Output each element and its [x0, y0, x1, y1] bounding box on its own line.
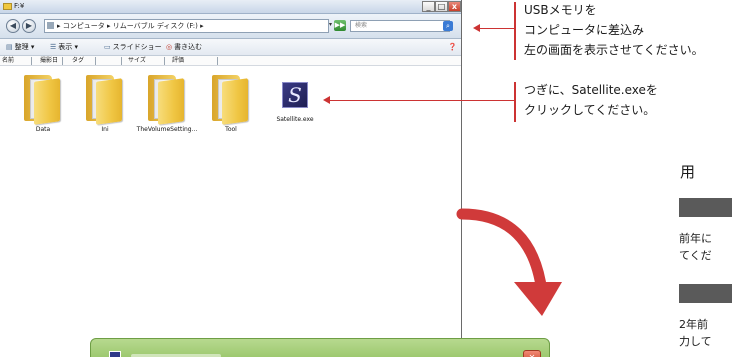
computer-icon	[47, 22, 54, 29]
column-separator[interactable]	[62, 57, 63, 65]
minimize-button[interactable]: _	[422, 1, 435, 12]
satellite-dialog-window: ✕	[90, 338, 550, 357]
slideshow-label: スライドショー	[112, 43, 162, 51]
column-separator[interactable]	[217, 57, 218, 65]
slideshow-icon: ▭	[104, 43, 111, 51]
explorer-window: F:¥ _ □ x ◀ ▶ ▸ コンピュータ ▸ リムーバブル ディスク (F:…	[0, 0, 462, 357]
close-button[interactable]: ✕	[523, 350, 541, 357]
view-label: 表示 ▾	[58, 43, 79, 51]
organize-label: 整理 ▾	[14, 43, 35, 51]
search-input[interactable]: 検索	[350, 20, 450, 32]
title-bar: F:¥ _ □ x	[0, 0, 461, 14]
arrow-left-icon	[473, 24, 480, 32]
app-icon	[109, 351, 121, 357]
section-text-line: 前年に	[679, 232, 712, 245]
column-separator[interactable]	[95, 57, 96, 65]
organize-icon: ▤	[6, 43, 13, 51]
forward-button[interactable]: ▶	[22, 19, 36, 33]
column-headers: 名前 撮影日 タグ サイズ 評価	[0, 56, 461, 66]
go-button[interactable]: ▶▶	[334, 20, 346, 31]
column-name[interactable]: 名前	[2, 56, 14, 66]
file-name: Satellite.exe	[276, 116, 314, 123]
column-date[interactable]: 撮影日	[40, 56, 58, 66]
folder-item-data[interactable]: Data	[8, 75, 78, 134]
arrow-left-icon	[323, 96, 330, 104]
callout-bracket	[514, 82, 516, 122]
back-button[interactable]: ◀	[6, 19, 20, 33]
section-text-line: てくだ	[679, 249, 712, 262]
step2-line2: クリックしてください。	[524, 103, 656, 117]
step2-line1: つぎに、Satellite.exeを	[524, 83, 658, 97]
callout-bracket	[514, 2, 516, 60]
burn-label: 書き込む	[174, 43, 203, 51]
column-tags[interactable]: タグ	[72, 56, 84, 66]
column-rating[interactable]: 評価	[172, 56, 184, 66]
section-heading: 用	[680, 163, 696, 181]
section-text-line: 力して	[679, 335, 712, 348]
folder-icon	[212, 75, 250, 125]
window-title: F:¥	[14, 2, 25, 10]
column-separator[interactable]	[121, 57, 122, 65]
address-bar: ◀ ▶ ▸ コンピュータ ▸ リムーバブル ディスク (F:) ▸ ▾ ▶▶ 検…	[0, 14, 461, 39]
folder-item-thevolumesetting[interactable]: TheVolumeSetting...	[132, 75, 202, 134]
folder-item-tool[interactable]: Tool	[196, 75, 266, 134]
search-icon[interactable]: ⌕	[443, 21, 453, 31]
column-separator[interactable]	[164, 57, 165, 65]
disc-icon: ◎	[166, 43, 173, 51]
file-list: Data Ini TheVolumeSetting... Tool S Sate…	[0, 67, 461, 357]
folder-icon	[148, 75, 186, 125]
folder-icon	[24, 75, 62, 125]
folder-item-ini[interactable]: Ini	[70, 75, 140, 134]
close-button[interactable]: x	[448, 1, 461, 12]
file-name: Ini	[101, 126, 109, 133]
help-icon[interactable]: ❓	[448, 42, 457, 53]
satellite-app-icon: S	[282, 82, 308, 108]
file-name: Tool	[225, 126, 237, 133]
column-separator[interactable]	[31, 57, 32, 65]
callout-line	[480, 28, 514, 29]
maximize-button[interactable]: □	[435, 1, 448, 12]
callout-line	[330, 100, 514, 101]
command-toolbar: ▤ 整理 ▾ ☰ 表示 ▾ ▭ スライドショー ◎ 書き込む ❓	[0, 39, 461, 56]
file-name: Data	[35, 126, 51, 133]
folder-icon	[3, 3, 12, 10]
slideshow-button[interactable]: ▭ スライドショー	[104, 42, 162, 53]
organize-menu[interactable]: ▤ 整理 ▾	[6, 42, 34, 53]
step1-line2: コンピュータに差込み	[524, 23, 645, 37]
step1-line1: USBメモリを	[524, 3, 597, 17]
section-bar	[679, 284, 732, 303]
view-icon: ☰	[50, 43, 57, 51]
address-path[interactable]: ▸ コンピュータ ▸ リムーバブル ディスク (F:) ▸	[44, 19, 329, 33]
folder-icon	[86, 75, 124, 125]
file-name: TheVolumeSetting...	[136, 126, 198, 133]
burn-button[interactable]: ◎ 書き込む	[166, 42, 202, 53]
step1-line3: 左の画面を表示させてください。	[524, 43, 704, 57]
section-text-line: 2年前	[679, 318, 708, 331]
curved-arrow-icon	[456, 208, 562, 316]
view-menu[interactable]: ☰ 表示 ▾	[50, 42, 78, 53]
file-item-satellite-exe[interactable]: S Satellite.exe	[260, 70, 330, 124]
address-dropdown-button[interactable]: ▾	[329, 21, 332, 28]
section-bar	[679, 198, 732, 217]
column-size[interactable]: サイズ	[128, 56, 146, 66]
